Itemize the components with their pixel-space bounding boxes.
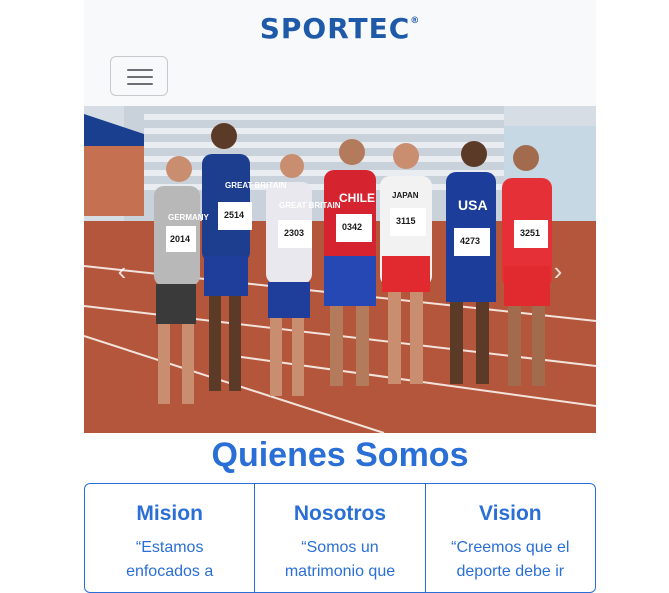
card-mision: Mision “Estamos enfocados a <box>85 484 256 592</box>
card-nosotros: Nosotros “Somos un matrimonio que <box>255 484 426 592</box>
jersey-text: USA <box>458 197 488 213</box>
bib-number: 4273 <box>460 236 480 246</box>
card-text: “Estamos enfocados a <box>126 539 214 580</box>
hamburger-icon <box>127 69 153 71</box>
bib-number: 3251 <box>520 228 540 238</box>
navbar-toggler-button[interactable] <box>110 56 168 96</box>
bib-number: 3115 <box>396 216 416 226</box>
jersey-text: GERMANY <box>168 213 210 222</box>
about-cards: Mision “Estamos enfocados a Nosotros “So… <box>84 483 596 593</box>
brand-logo[interactable]: SPORTEC® <box>84 12 596 45</box>
card-text: “Somos un matrimonio que <box>284 539 396 580</box>
card-title: Mision <box>136 502 203 525</box>
brand-text: SPORTEC <box>259 12 411 45</box>
jersey-text: GREAT BRITAIN <box>225 181 287 190</box>
jersey-text: JAPAN <box>392 191 419 200</box>
card-title: Nosotros <box>293 502 387 525</box>
card-title: Vision <box>479 502 542 525</box>
card-vision: Vision “Creemos que el deporte debe ir <box>426 484 595 592</box>
jersey-text: CHILE <box>339 191 375 205</box>
bib-number: 0342 <box>342 222 362 232</box>
hero-carousel[interactable]: 2014 2514 2303 0342 3115 4273 3251 GERMA… <box>84 106 596 433</box>
card-text: “Creemos que el deporte debe ir <box>451 539 570 580</box>
hero-photo: 2014 2514 2303 0342 3115 4273 3251 GERMA… <box>84 106 596 433</box>
bib-number: 2514 <box>224 210 244 220</box>
chevron-right-icon[interactable]: › <box>548 251 568 291</box>
navbar: SPORTEC® <box>84 0 596 106</box>
registered-mark: ® <box>410 16 421 26</box>
section-title: Quienes Somos <box>211 436 469 474</box>
page: SPORTEC® 2014 2514 2303 0342 3115 4273 3… <box>84 0 596 593</box>
jersey-text: GREAT BRITAIN <box>279 201 341 210</box>
bib-number: 2014 <box>170 234 190 244</box>
chevron-left-icon[interactable]: ‹ <box>112 251 132 291</box>
bib-number: 2303 <box>284 228 304 238</box>
